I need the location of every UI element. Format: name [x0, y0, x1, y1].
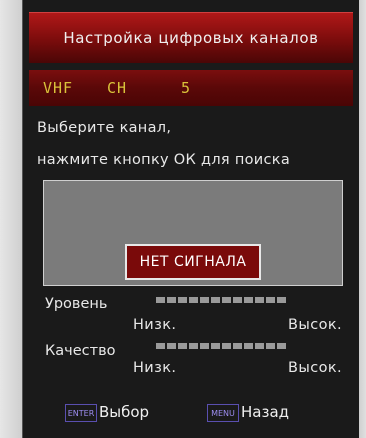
- level-scale-high: Высок.: [288, 317, 343, 333]
- quality-meter-segment: [277, 343, 286, 349]
- level-meter-segment: [167, 297, 176, 303]
- channel-number[interactable]: 5: [181, 79, 190, 97]
- enter-key-icon[interactable]: ENTER: [65, 404, 97, 422]
- quality-meter-segment: [167, 343, 176, 349]
- quality-scale-low: Низк.: [133, 360, 177, 376]
- quality-meter-segment: [211, 343, 220, 349]
- quality-meter-segment: [233, 343, 242, 349]
- quality-meter-segment: [266, 343, 275, 349]
- level-meter-segment: [189, 297, 198, 303]
- quality-meter-segment: [200, 343, 209, 349]
- instruction-line-2: нажмите кнопку ОК для поиска: [37, 152, 291, 168]
- menu-key-icon[interactable]: MENU: [207, 404, 239, 422]
- no-signal-badge: НЕТ СИГНАЛА: [125, 244, 261, 280]
- tv-bezel-right: [359, 0, 366, 438]
- enter-action-label: Выбор: [99, 403, 150, 421]
- page-title: Настройка цифровых каналов: [63, 29, 319, 47]
- level-meter-segment: [178, 297, 187, 303]
- level-meter-segment: [211, 297, 220, 303]
- channel-selector[interactable]: VHF CH 5: [29, 70, 353, 106]
- channel-label: CH: [107, 79, 128, 97]
- quality-meter-segment: [178, 343, 187, 349]
- quality-meter-segment: [222, 343, 231, 349]
- level-meter-segment: [233, 297, 242, 303]
- level-meter: [156, 297, 286, 303]
- channel-band: VHF: [43, 79, 74, 97]
- tv-bezel-left: [0, 0, 22, 438]
- level-meter-segment: [244, 297, 253, 303]
- level-scale-low: Низк.: [133, 317, 177, 333]
- quality-meter-segment: [189, 343, 198, 349]
- instruction-line-1: Выберите канал,: [37, 120, 172, 136]
- level-meter-segment: [266, 297, 275, 303]
- menu-action-label: Назад: [241, 403, 290, 421]
- quality-meter-segment: [156, 343, 165, 349]
- level-meter-segment: [222, 297, 231, 303]
- quality-meter: [156, 343, 286, 349]
- level-meter-segment: [255, 297, 264, 303]
- quality-label: Качество: [45, 343, 116, 359]
- channel-setup-panel: Настройка цифровых каналов VHF CH 5 Выбе…: [22, 0, 360, 438]
- level-meter-segment: [156, 297, 165, 303]
- level-label: Уровень: [45, 296, 108, 312]
- level-meter-segment: [277, 297, 286, 303]
- quality-meter-segment: [244, 343, 253, 349]
- title-bar: Настройка цифровых каналов: [29, 12, 353, 63]
- level-meter-segment: [200, 297, 209, 303]
- quality-scale-high: Высок.: [288, 360, 343, 376]
- quality-meter-segment: [255, 343, 264, 349]
